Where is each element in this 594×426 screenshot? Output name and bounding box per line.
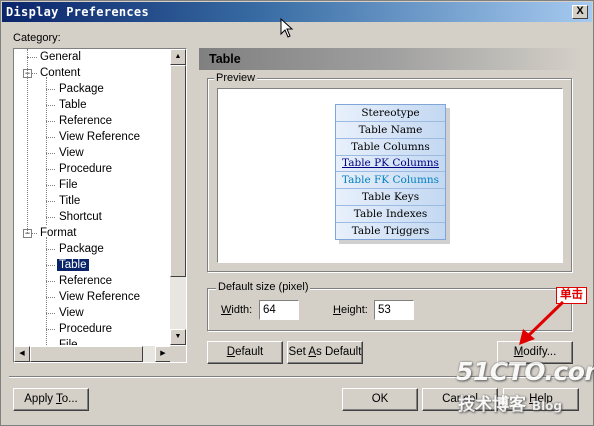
scroll-down-arrow-icon[interactable]: ▼: [170, 329, 186, 345]
table-symbol-row: Stereotype: [336, 105, 445, 122]
mouse-pointer-icon: [280, 18, 294, 38]
tree-item[interactable]: Reference: [57, 273, 114, 289]
preview-canvas: Stereotype Table Name Table Columns Table P…: [217, 88, 563, 263]
tree-item-label: Table: [59, 99, 87, 111]
category-tree-items: General Content − Package Table Reference View…: [14, 49, 171, 345]
scroll-left-arrow-icon[interactable]: ◀: [14, 346, 30, 362]
tree-connector: [46, 185, 55, 186]
scroll-up-arrow-icon[interactable]: ▲: [170, 49, 186, 65]
tree-item-label: Shortcut: [59, 211, 102, 223]
tree-connector: [46, 153, 55, 154]
tree-item[interactable]: Content: [38, 65, 82, 81]
tree-connector: [46, 137, 55, 138]
annotation-arrow-icon: [519, 300, 565, 345]
tree-item[interactable]: Table: [57, 97, 89, 113]
tree-item[interactable]: Package: [57, 81, 106, 97]
tree-item-label: Procedure: [59, 323, 113, 335]
tree-item-label: Content: [40, 67, 81, 79]
tree-connector: [46, 313, 55, 314]
tree-item[interactable]: File: [57, 337, 80, 345]
table-symbol-row: Table Name: [336, 122, 445, 139]
tree-item-label: Package: [59, 83, 104, 95]
tree-connector: [27, 57, 37, 58]
tree-item[interactable]: View: [57, 305, 86, 321]
apply-to-button[interactable]: Apply To...: [13, 388, 89, 411]
tree-item-label: Package: [59, 243, 104, 255]
tree-item[interactable]: General: [38, 49, 83, 65]
tree-item-label: Reference: [59, 275, 113, 287]
tree-connector: [46, 329, 55, 330]
tree-item[interactable]: Table: [57, 257, 89, 273]
tree-connector: [46, 249, 55, 250]
table-symbol-row: Table Triggers: [351, 224, 430, 237]
tree-connector: [46, 265, 55, 266]
tree-item-label: File: [59, 179, 78, 191]
tree-connector: [46, 89, 55, 90]
ok-button[interactable]: OK: [342, 388, 418, 411]
tree-item-label: Title: [59, 195, 81, 207]
section-header: Table: [199, 48, 583, 70]
tree-item[interactable]: View Reference: [57, 289, 142, 305]
default-size-label: Default size (pixel): [216, 281, 311, 293]
tree-item-label: Table: [57, 259, 89, 271]
table-symbol-row: Table Keys: [336, 189, 445, 206]
tree-vertical-scrollbar[interactable]: ▲ ▼: [170, 49, 186, 345]
width-field[interactable]: 64: [259, 300, 299, 320]
display-preferences-dialog: Display Preferences X Category: General C…: [0, 0, 594, 426]
width-label: Width:: [221, 304, 253, 316]
tree-item[interactable]: Format: [38, 225, 78, 241]
tree-item[interactable]: Title: [57, 193, 82, 209]
tree-item-label: View Reference: [59, 131, 140, 143]
table-symbol-row: Table Columns: [336, 139, 445, 156]
tree-item-label: File: [59, 339, 78, 345]
height-field[interactable]: 53: [374, 300, 414, 320]
tree-item[interactable]: Shortcut: [57, 209, 104, 225]
tree-item-label: Format: [40, 227, 77, 239]
scroll-right-arrow-icon[interactable]: ▶: [155, 346, 171, 362]
tree-connector: [27, 49, 28, 233]
title-bar[interactable]: Display Preferences X: [2, 2, 592, 22]
scroll-thumb[interactable]: [170, 65, 186, 277]
close-button[interactable]: X: [572, 5, 588, 19]
tree-connector: [46, 281, 55, 282]
tree-connector: [46, 237, 47, 345]
tree-horizontal-scrollbar[interactable]: ◀ ▶: [14, 346, 171, 362]
tree-connector: [46, 201, 55, 202]
category-label: Category:: [13, 32, 61, 44]
cancel-button[interactable]: Cancel: [422, 388, 498, 411]
table-symbol-row: Table Indexes: [336, 206, 445, 223]
tree-item-label: View Reference: [59, 291, 140, 303]
tree-item[interactable]: View Reference: [57, 129, 142, 145]
tree-connector: [46, 121, 55, 122]
tree-connector: [46, 217, 55, 218]
tree-item-label: General: [40, 51, 81, 63]
tree-item[interactable]: Procedure: [57, 321, 114, 337]
tree-connector: [46, 169, 55, 170]
tree-item[interactable]: Package: [57, 241, 106, 257]
tree-item[interactable]: Procedure: [57, 161, 114, 177]
window-title: Display Preferences: [6, 5, 149, 19]
scroll-corner: [170, 346, 186, 362]
height-label: Height:: [333, 304, 368, 316]
tree-connector: [46, 105, 55, 106]
tree-item-label: View: [59, 147, 84, 159]
tree-item-label: Reference: [59, 115, 113, 127]
tree-item[interactable]: View: [57, 145, 86, 161]
tree-item-label: Procedure: [59, 163, 113, 175]
default-button[interactable]: Default: [207, 341, 283, 364]
table-symbol-row: Table FK Columns: [336, 172, 445, 190]
set-as-default-button[interactable]: Set As Default: [287, 341, 363, 364]
help-button[interactable]: Help: [503, 388, 579, 411]
tree-connector: [46, 297, 55, 298]
table-symbol: Stereotype Table Name Table Columns Table P…: [335, 104, 446, 240]
tree-item[interactable]: File: [57, 177, 80, 193]
separator: [9, 376, 587, 378]
table-symbol-row: Table PK Columns: [336, 155, 445, 173]
tree-item-label: View: [59, 307, 84, 319]
category-tree[interactable]: General Content − Package Table Reference View…: [13, 48, 187, 363]
preview-label: Preview: [214, 72, 258, 84]
scroll-thumb-horizontal[interactable]: [30, 346, 143, 362]
tree-connector: [46, 77, 47, 225]
tree-item[interactable]: Reference: [57, 113, 114, 129]
